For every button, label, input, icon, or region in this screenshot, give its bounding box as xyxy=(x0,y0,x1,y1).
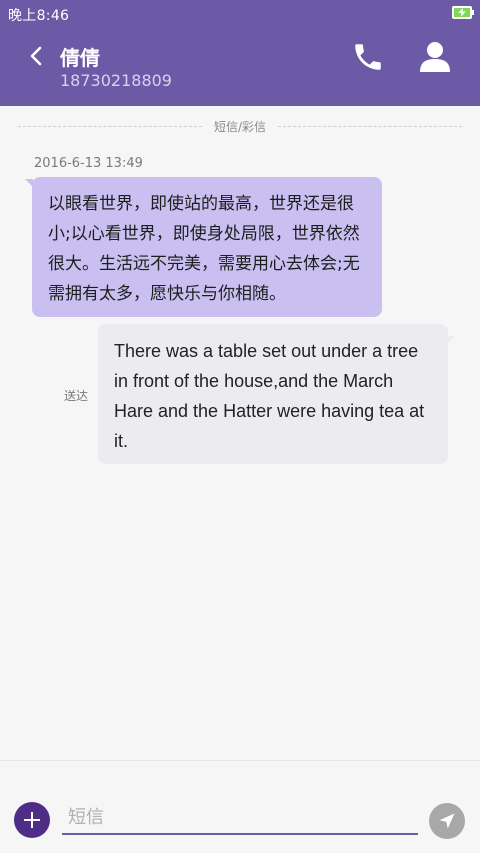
battery-charging-icon xyxy=(452,6,474,19)
status-bar: 晚上8:46 xyxy=(0,0,480,28)
divider-line xyxy=(278,126,462,127)
send-icon xyxy=(439,813,455,829)
message-composer xyxy=(0,760,480,853)
call-button[interactable] xyxy=(351,40,385,74)
outgoing-message-bubble[interactable]: There was a table set out under a tree i… xyxy=(98,324,455,464)
status-time: 晚上8:46 xyxy=(8,8,70,24)
add-attachment-button[interactable] xyxy=(14,802,50,838)
send-button[interactable] xyxy=(429,803,465,839)
contact-profile-button[interactable] xyxy=(417,38,453,74)
message-input[interactable] xyxy=(62,801,418,835)
message-timestamp: 2016-6-13 13:49 xyxy=(34,156,143,171)
outgoing-message-text: There was a table set out under a tree i… xyxy=(114,341,425,451)
chevron-left-icon xyxy=(30,46,42,66)
delivery-status: 送达 xyxy=(64,389,89,403)
message-type-label: 短信/彩信 xyxy=(213,120,267,134)
back-button[interactable] xyxy=(26,42,46,70)
conversation-header: 倩倩 18730218809 xyxy=(0,28,480,106)
incoming-message-bubble[interactable]: 以眼看世界，即使站的最高，世界还是很小;以心看世界，即使身处局限，世界依然很大。… xyxy=(25,177,382,317)
phone-icon xyxy=(355,44,381,70)
incoming-message-text: 以眼看世界，即使站的最高，世界还是很小;以心看世界，即使身处局限，世界依然很大。… xyxy=(48,194,360,304)
contact-number: 18730218809 xyxy=(60,71,172,90)
divider-line xyxy=(18,126,202,127)
contact-name: 倩倩 xyxy=(60,46,100,70)
person-icon xyxy=(420,42,450,72)
